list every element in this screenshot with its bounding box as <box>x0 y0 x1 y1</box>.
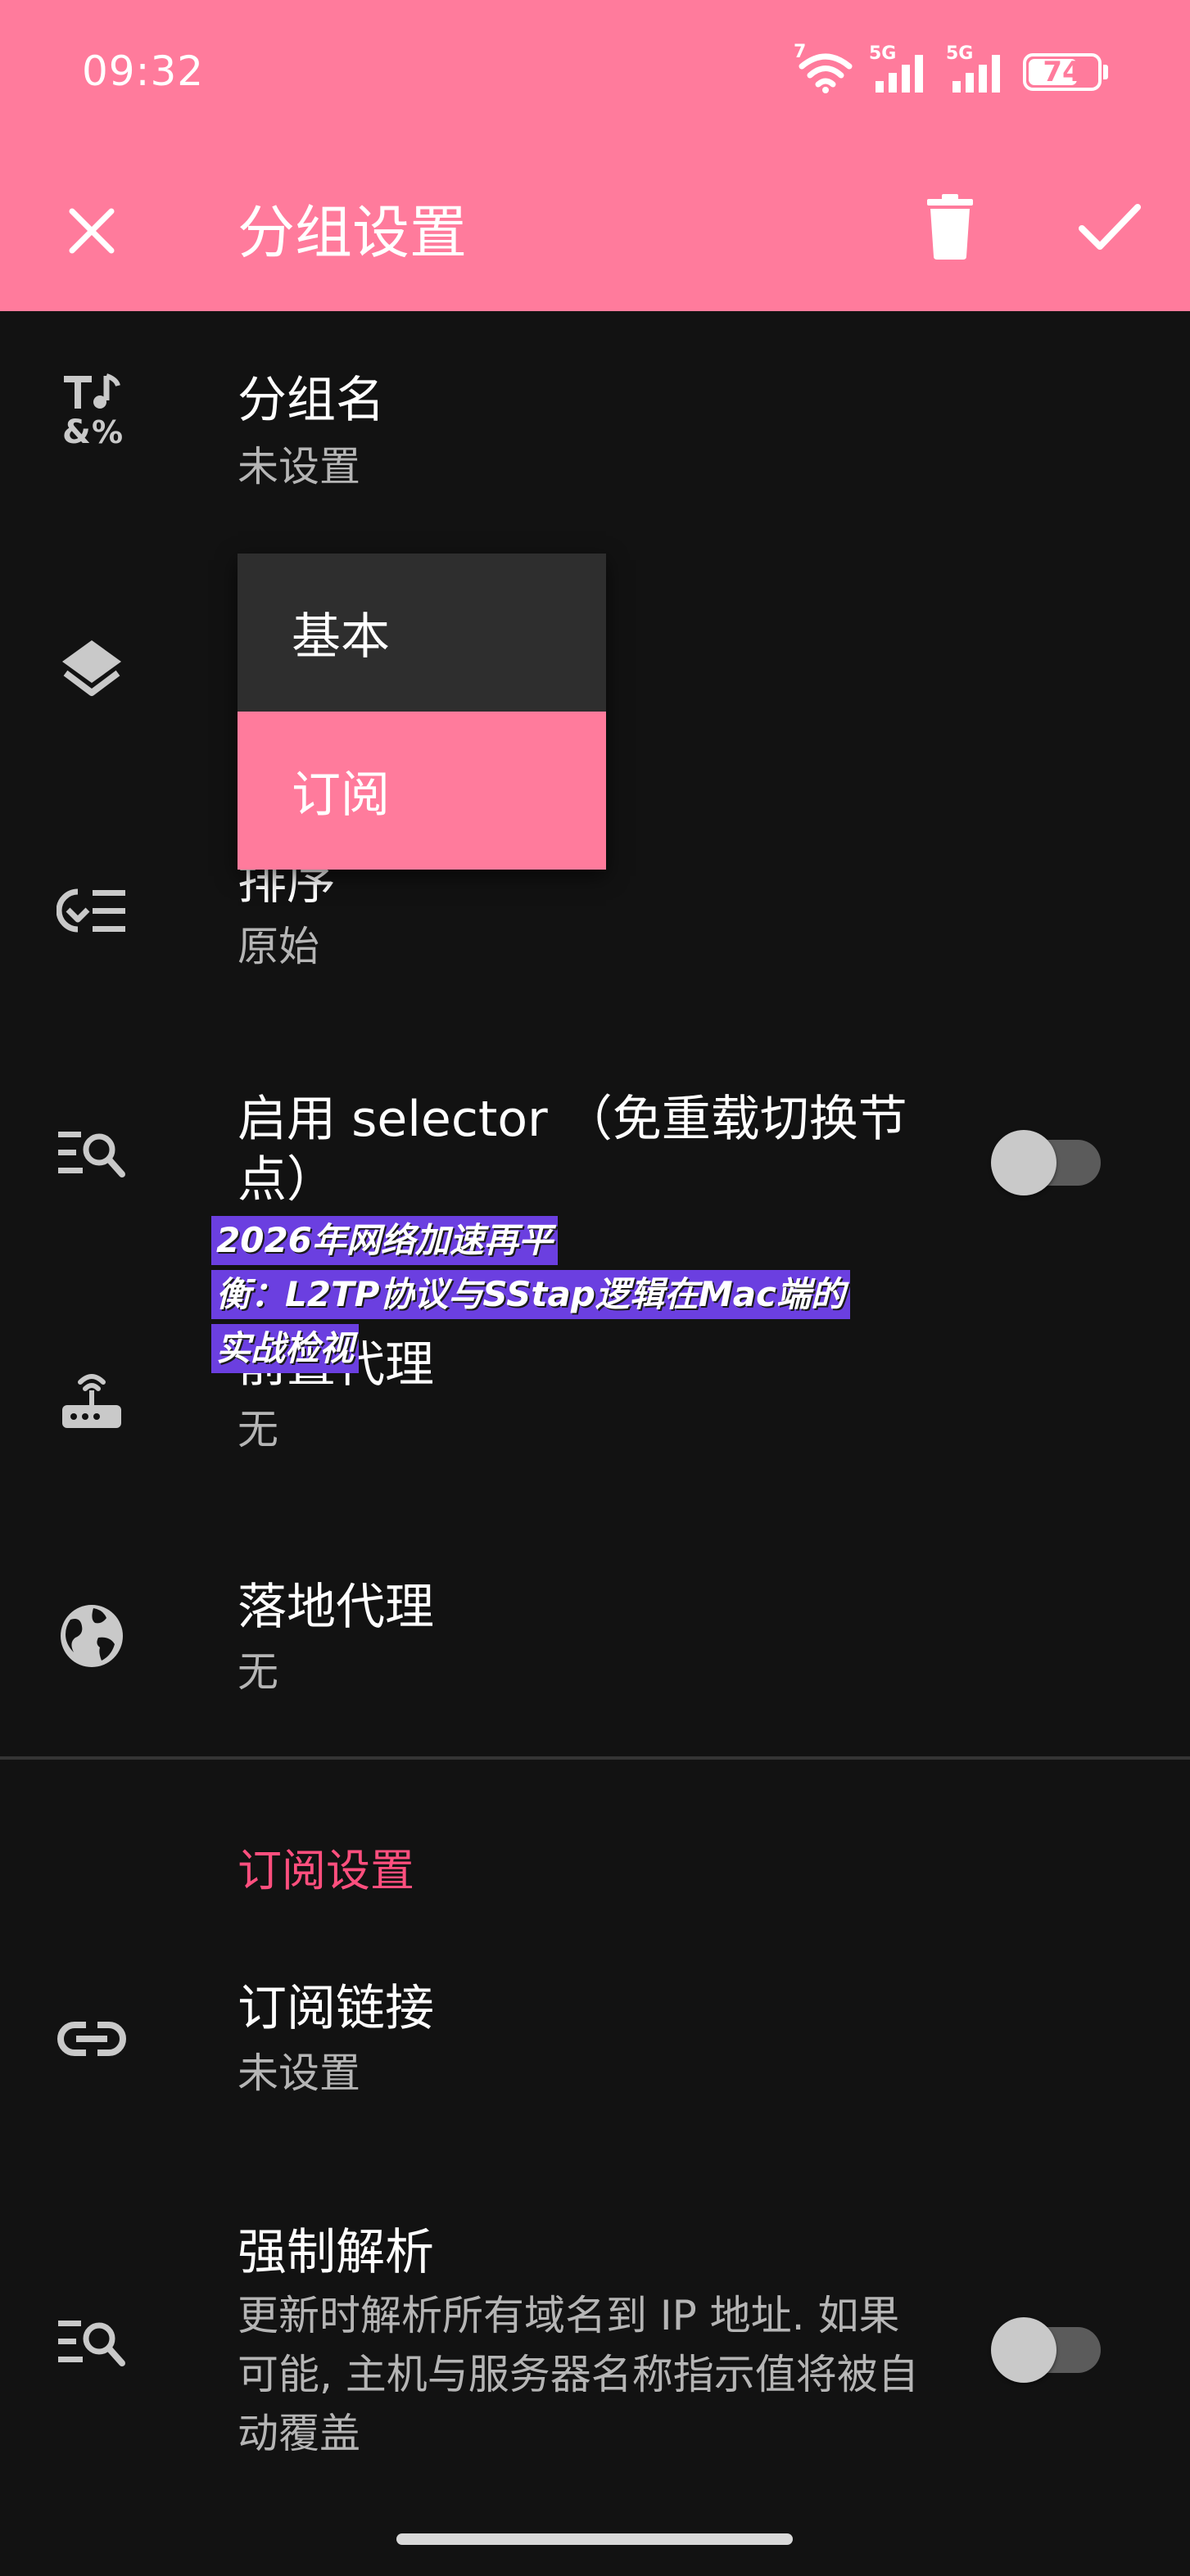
group-name-title: 分组名 <box>238 372 385 429</box>
battery-indicator: 74 <box>1023 53 1108 91</box>
landing-proxy-summary: 无 <box>238 1648 278 1696</box>
close-button[interactable] <box>51 190 133 272</box>
force-resolve-row[interactable]: 强制解析 更新时解析所有域名到 IP 地址. 如果可能, 主机与服务器名称指示值… <box>0 2211 1190 2473</box>
signal-bars-icon <box>952 55 1000 93</box>
wifi-icon: 7 <box>794 42 854 94</box>
signal-bars-icon <box>876 55 923 93</box>
selector-switch-thumb <box>991 1130 1057 1195</box>
force-resolve-summary: 更新时解析所有域名到 IP 地址. 如果可能, 主机与服务器名称指示值将被自动覆… <box>238 2292 919 2457</box>
cell-signal-2: 5G <box>946 43 1008 94</box>
status-icons: 7 5G 5G 74 <box>794 42 1108 97</box>
page-title: 分组设置 <box>238 199 467 266</box>
home-indicator[interactable] <box>396 2533 793 2545</box>
battery-tip <box>1103 65 1108 79</box>
globe-icon <box>51 1595 133 1677</box>
overlay-line-2: 衡：L2TP协议与SStap逻辑在Mac端的 <box>211 1270 850 1319</box>
router-icon <box>51 1359 133 1441</box>
status-bar: 09:32 7 5G 5G 74 <box>0 0 1190 156</box>
force-resolve-title: 强制解析 <box>238 2224 434 2281</box>
group-name-row[interactable]: & % 分组名 未设置 <box>0 336 1190 499</box>
layers-icon <box>51 629 133 711</box>
section-divider <box>0 1756 1190 1760</box>
selector-title: 启用 selector （免重载切换节点） <box>238 1091 907 1209</box>
app-bar: 分组设置 <box>0 156 1190 311</box>
svg-text:%: % <box>92 414 123 446</box>
check-icon <box>1079 204 1141 250</box>
trash-icon <box>927 194 973 260</box>
landing-proxy-title: 落地代理 <box>238 1579 434 1636</box>
svg-text:&: & <box>62 414 91 446</box>
dropdown-option-basic[interactable]: 基本 <box>238 554 606 712</box>
force-resolve-switch-thumb <box>991 2317 1057 2383</box>
subscription-link-title: 订阅链接 <box>238 1980 434 2037</box>
subscription-section-header: 订阅设置 <box>238 1845 414 1896</box>
selector-row[interactable]: 启用 selector （免重载切换节点） <box>0 1073 1190 1236</box>
close-icon <box>69 208 115 254</box>
overlay-line-3: 实战检视 <box>211 1324 360 1373</box>
subscription-link-summary: 未设置 <box>238 2050 360 2097</box>
group-name-summary: 未设置 <box>238 443 360 490</box>
status-time: 09:32 <box>82 47 205 95</box>
overlay-line-1: 2026年网络加速再平 <box>211 1216 558 1265</box>
group-settings-screen: 09:32 7 5G 5G 74 分组设置 & % 分组名 未设置 排序 原始 … <box>0 0 1190 2576</box>
subscription-link-row[interactable]: 订阅链接 未设置 <box>0 1949 1190 2129</box>
search-list-icon <box>51 2301 133 2383</box>
dropdown-option-subscription[interactable]: 订阅 <box>238 712 606 870</box>
confirm-button[interactable] <box>1069 182 1151 272</box>
overlay-banner: 2026年网络加速再平 衡：L2TP协议与SStap逻辑在Mac端的 实战检视 <box>211 1216 998 1378</box>
battery-icon: 74 <box>1023 53 1102 91</box>
sort-summary: 原始 <box>238 923 319 970</box>
front-proxy-summary: 无 <box>238 1406 278 1453</box>
wifi-badge: 7 <box>794 42 807 62</box>
force-resolve-switch[interactable] <box>991 2309 1102 2383</box>
delete-button[interactable] <box>909 182 991 272</box>
cell-signal-1: 5G <box>869 43 931 94</box>
link-icon <box>51 1998 133 2080</box>
landing-proxy-row[interactable]: 落地代理 无 <box>0 1556 1190 1736</box>
battery-level: 74 <box>1043 56 1082 88</box>
sort-icon <box>51 870 133 951</box>
selector-switch[interactable] <box>991 1122 1102 1195</box>
search-list-icon <box>51 1112 133 1194</box>
group-type-dropdown: 基本 订阅 <box>238 554 606 870</box>
text-format-icon: & % <box>51 368 133 450</box>
